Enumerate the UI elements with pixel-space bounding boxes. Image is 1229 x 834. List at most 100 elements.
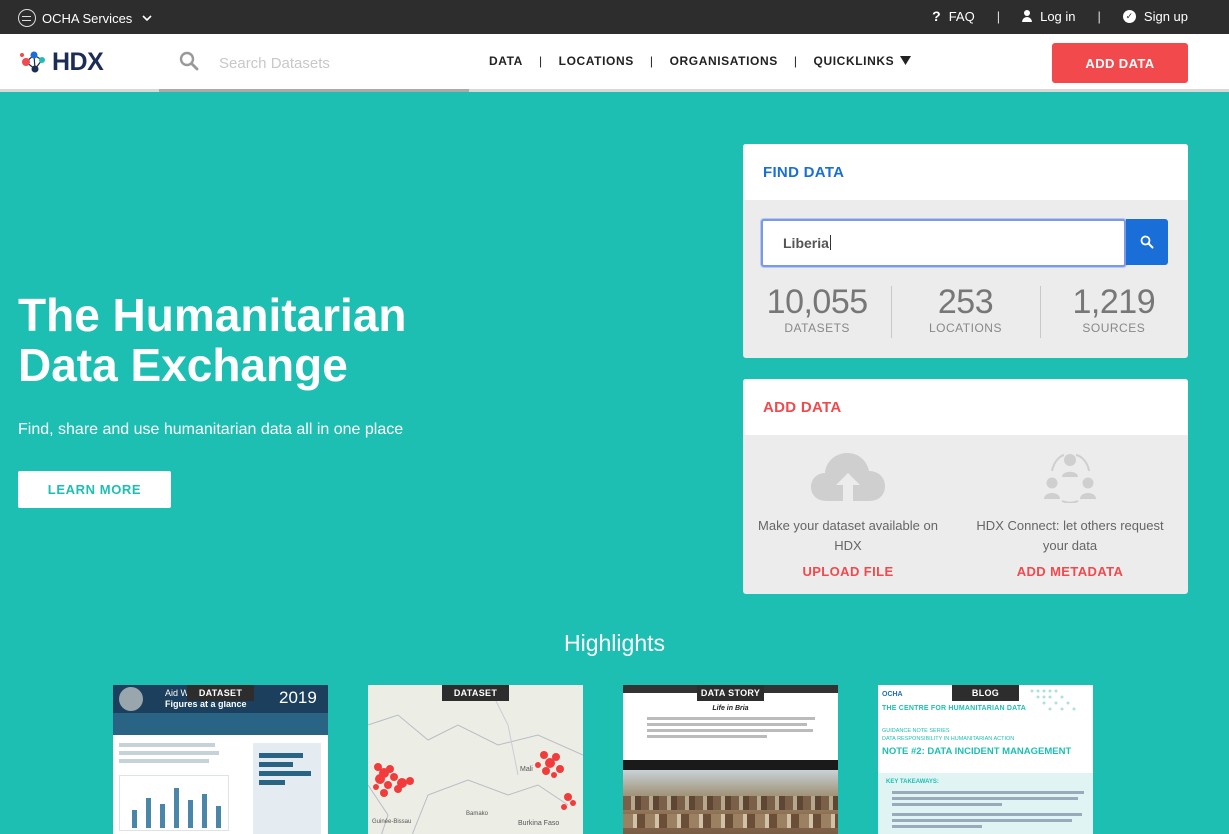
search-icon[interactable] [179, 51, 199, 71]
faq-label: FAQ [948, 8, 975, 24]
highlight-tag: DATASET [442, 685, 509, 701]
metadata-description: HDX Connect: let others request your dat… [976, 518, 1164, 553]
story-photo-border [623, 760, 838, 770]
signup-link[interactable]: ✓ Sign up [1122, 8, 1188, 24]
infographic-text-line [119, 759, 209, 763]
story-text-line [647, 723, 807, 726]
question-icon: ? [932, 8, 941, 24]
hero-title-line1: The Humanitarian [18, 289, 407, 341]
find-data-search-button[interactable] [1126, 219, 1168, 265]
stat-value: 1,219 [1072, 283, 1156, 321]
map-place-label: Mali [520, 766, 533, 773]
add-data-button[interactable]: ADD DATA [1052, 43, 1188, 83]
blog-org: OCHA [882, 691, 903, 698]
add-data-card: ADD DATA Make your dataset available on … [743, 379, 1188, 594]
nav-organisations[interactable]: ORGANISATIONS [670, 54, 778, 68]
stat-label: LOCATIONS [929, 321, 1002, 335]
blog-subseries: DATA RESPONSIBILITY IN HUMANITARIAN ACTI… [882, 736, 1015, 742]
un-globe-icon [18, 9, 36, 27]
map-graphic: Mali Burkina Faso Bamako Guinée-Bissau [368, 685, 583, 834]
check-circle-icon: ✓ [1122, 9, 1136, 23]
user-icon [1022, 10, 1033, 22]
main-nav: DATA | LOCATIONS | ORGANISATIONS | QUICK… [489, 54, 912, 68]
login-label: Log in [1040, 8, 1076, 24]
users-exchange-icon [1044, 454, 1096, 504]
learn-more-button[interactable]: LEARN MORE [18, 471, 171, 508]
stat-sources[interactable]: 1,219 SOURCES [1039, 283, 1188, 339]
metadata-column: HDX Connect: let others request your dat… [965, 451, 1175, 579]
add-metadata-link[interactable]: ADD METADATA [965, 564, 1175, 579]
find-data-heading: FIND DATA [743, 144, 1188, 200]
ocha-services-bar: OCHA Services ? FAQ | Log in | ✓ Sign up [0, 0, 1229, 34]
incident-markers [373, 751, 576, 810]
highlights-title: Highlights [564, 630, 665, 656]
blog-note-title: NOTE #2: DATA INCIDENT MANAGEMENT [882, 746, 1072, 757]
hdx-network-icon [20, 51, 45, 73]
nav-quicklinks-label: QUICKLINKS [813, 54, 895, 68]
login-link[interactable]: Log in [1022, 8, 1076, 24]
infographic-bar-chart [119, 775, 229, 831]
search-icon [1140, 235, 1154, 249]
highlight-tag: BLOG [952, 685, 1019, 701]
faq-link[interactable]: ? FAQ [932, 8, 975, 24]
stat-label: SOURCES [1082, 321, 1146, 335]
blog-headline: THE CENTRE FOR HUMANITARIAN DATA [882, 705, 1027, 712]
story-text-line [647, 735, 767, 738]
nav-locations[interactable]: LOCATIONS [559, 54, 634, 68]
infographic-side-panel [253, 743, 321, 834]
hero-subtitle: Find, share and use humanitarian data al… [18, 421, 404, 438]
stat-locations[interactable]: 253 LOCATIONS [891, 284, 1039, 339]
topbar-separator: | [996, 8, 1001, 24]
cloud-upload-icon [811, 453, 885, 501]
logo-text: HDX [52, 47, 104, 76]
story-photo [623, 770, 838, 834]
upload-file-link[interactable]: UPLOAD FILE [743, 564, 953, 579]
upload-description: Make your dataset available on HDX [758, 518, 938, 553]
map-place-label: Burkina Faso [518, 820, 559, 827]
header-search-input[interactable] [219, 50, 449, 76]
nav-separator: | [649, 54, 654, 68]
blog-takeaways-label: KEY TAKEAWAYS: [886, 779, 939, 785]
infographic-year: 2019 [279, 688, 317, 707]
nav-data[interactable]: DATA [489, 54, 523, 68]
ocha-services-menu[interactable]: OCHA Services [18, 9, 152, 27]
infographic-text-line [119, 743, 215, 747]
infographic-text-line [119, 751, 219, 755]
stat-value: 10,055 [766, 283, 869, 321]
map-place-label: Guinée-Bissau [372, 819, 411, 825]
blog-takeaways-box: KEY TAKEAWAYS: [878, 773, 1093, 834]
blog-series: GUIDANCE NOTE SERIES [882, 728, 950, 734]
highlight-card-4[interactable]: BLOG OCHA THE CENTRE FOR HUMANITARIAN DA… [878, 685, 1093, 834]
nav-separator: | [538, 54, 543, 68]
stat-datasets[interactable]: 10,055 DATASETS [743, 284, 891, 339]
nav-quicklinks[interactable]: QUICKLINKS [814, 54, 912, 68]
map-place-label: Bamako [466, 811, 489, 817]
main-navbar: HDX DATA | LOCATIONS | ORGANISATIONS | Q… [0, 34, 1229, 92]
highlight-tag: DATA STORY [697, 685, 764, 701]
highlight-card-1[interactable]: DATASET Aid Wo Figures at a glance 2019 [113, 685, 328, 834]
signup-label: Sign up [1143, 8, 1188, 24]
dot-matrix-graphic [1030, 689, 1076, 711]
add-data-heading: ADD DATA [743, 379, 1188, 435]
find-data-card: FIND DATA Liberia 10,055 DATASETS 253 LO… [743, 144, 1188, 358]
infographic-stats-band [113, 713, 328, 735]
find-data-search-input[interactable]: Liberia [761, 219, 1126, 267]
stat-label: DATASETS [784, 321, 850, 335]
upload-column: Make your dataset available on HDX UPLOA… [743, 451, 953, 579]
hdx-logo[interactable]: HDX [18, 47, 104, 77]
highlight-card-2[interactable]: DATASET Mali Burkina Faso Bamako Guinée-… [368, 685, 583, 834]
chevron-down-icon [142, 14, 152, 21]
find-data-search-value: Liberia [783, 235, 829, 251]
header-search [159, 34, 469, 92]
stat-value: 253 [937, 283, 994, 321]
topbar-separator: | [1097, 8, 1101, 24]
ocha-services-label: OCHA Services [42, 10, 133, 26]
caret-down-icon [900, 56, 912, 65]
hero-title-line2: Data Exchange [18, 339, 348, 391]
stats-row: 10,055 DATASETS 253 LOCATIONS 1,219 SOUR… [743, 284, 1188, 339]
nav-separator: | [793, 54, 798, 68]
story-title: Life in Bria [712, 705, 749, 712]
hero-title: The Humanitarian Data Exchange [18, 290, 538, 390]
highlight-card-3[interactable]: DATA STORY Life in Bria [623, 685, 838, 834]
story-text-line [647, 717, 815, 720]
